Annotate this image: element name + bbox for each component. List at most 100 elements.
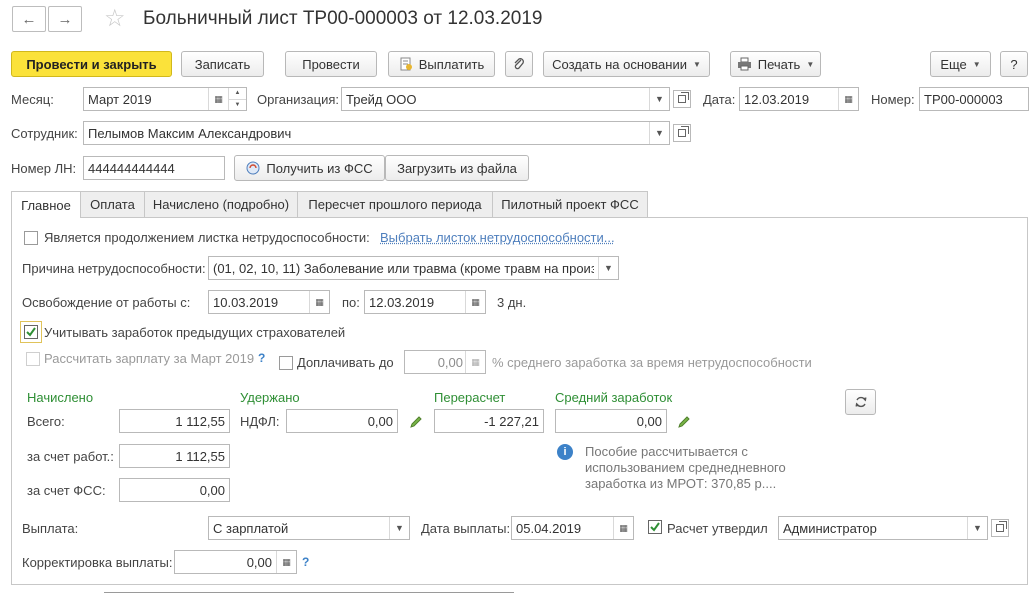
attach-button[interactable]	[505, 51, 533, 77]
chevron-down-icon[interactable]: ▼	[229, 100, 246, 111]
ndfl-field[interactable]: 0,00	[286, 409, 398, 433]
dropdown-arrow-icon: ▼	[692, 59, 701, 69]
open-organization-icon[interactable]	[673, 90, 691, 108]
extra-pay-field[interactable]: 0,00 ▦	[404, 350, 486, 374]
forward-arrow-icon: →	[57, 10, 73, 28]
avg-earnings-field[interactable]: 0,00	[555, 409, 667, 433]
edit-ndfl-pencil-icon[interactable]	[408, 414, 424, 430]
release-from-field[interactable]: 10.03.2019 ▦	[208, 290, 330, 314]
tab-main[interactable]: Главное	[11, 191, 81, 218]
extra-pay-checkbox[interactable]	[279, 356, 293, 370]
edit-avg-pencil-icon[interactable]	[676, 414, 692, 430]
pay-date-field[interactable]: 05.04.2019 ▦	[511, 516, 634, 540]
calendar-icon[interactable]: ▦	[613, 517, 633, 539]
approved-by-value: Администратор	[783, 520, 877, 536]
avg-earnings-header: Средний заработок	[555, 390, 673, 405]
get-from-fss-label: Получить из ФСС	[266, 160, 373, 176]
recalc-header: Перерасчет	[434, 390, 506, 405]
employer-label: за счет работ.:	[27, 449, 114, 464]
month-label: Месяц:	[11, 92, 54, 107]
avg-earnings-value: 0,00	[636, 413, 662, 429]
help-button[interactable]: ?	[1000, 51, 1028, 77]
consider-prev-checkbox[interactable]	[24, 325, 38, 339]
calc-salary-checkbox[interactable]	[26, 352, 40, 366]
accrued-header: Начислено	[27, 390, 94, 405]
ndfl-label: НДФЛ:	[240, 414, 280, 429]
help-icon[interactable]: ?	[258, 351, 265, 365]
bottom-scroll-divider	[104, 592, 514, 593]
ln-number-value: 444444444444	[88, 160, 175, 176]
page-title: Больничный лист ТР00-000003 от 12.03.201…	[143, 8, 543, 29]
more-dropdown[interactable]: Еще ▼	[930, 51, 991, 77]
help-icon[interactable]: ?	[302, 555, 309, 569]
date-field[interactable]: 12.03.2019 ▦	[739, 87, 859, 111]
days-count: 3 дн.	[497, 295, 527, 310]
dropdown-arrow-icon[interactable]: ▼	[389, 517, 409, 539]
open-approver-icon[interactable]	[991, 519, 1009, 537]
pay-date-value: 05.04.2019	[516, 520, 582, 536]
withheld-header: Удержано	[240, 390, 300, 405]
reason-field[interactable]: (01, 02, 10, 11) Заболевание или травма …	[208, 256, 619, 280]
dropdown-arrow-icon[interactable]: ▼	[649, 122, 669, 144]
number-label: Номер:	[871, 92, 915, 107]
continuation-checkbox[interactable]	[24, 231, 38, 245]
dropdown-arrow-icon[interactable]: ▼	[649, 88, 669, 110]
employee-field[interactable]: Пелымов Максим Александрович ▼	[83, 121, 670, 145]
approved-checkbox[interactable]	[648, 520, 662, 534]
continuation-label: Является продолжением листка нетрудоспос…	[44, 230, 370, 245]
load-from-file-button[interactable]: Загрузить из файла	[385, 155, 529, 181]
tab-payment[interactable]: Оплата	[80, 191, 145, 217]
back-button[interactable]: ←	[12, 6, 46, 32]
select-sick-leave-link[interactable]: Выбрать листок нетрудоспособности...	[380, 230, 615, 246]
post-button[interactable]: Провести	[285, 51, 377, 77]
correction-field[interactable]: 0,00 ▦	[174, 550, 297, 574]
employer-value: 1 112,55	[175, 448, 225, 464]
open-employee-icon[interactable]	[673, 124, 691, 142]
calculator-icon[interactable]: ▦	[276, 551, 296, 573]
get-from-fss-button[interactable]: Получить из ФСС	[234, 155, 385, 181]
number-field[interactable]: ТР00-000003	[919, 87, 1029, 111]
tab-accrued-detailed[interactable]: Начислено (подробно)	[144, 191, 298, 217]
calendar-icon[interactable]: ▦	[309, 291, 329, 313]
favorite-star-icon[interactable]: ☆	[104, 7, 126, 31]
calendar-icon[interactable]: ▦	[838, 88, 858, 110]
calendar-icon[interactable]: ▦	[208, 88, 228, 110]
total-field[interactable]: 1 112,55	[119, 409, 230, 433]
approved-by-field[interactable]: Администратор ▼	[778, 516, 988, 540]
paperclip-icon	[514, 58, 524, 70]
month-field[interactable]: Март 2019 ▦ ▲ ▼	[83, 87, 247, 111]
pay-button[interactable]: Выплатить	[388, 51, 495, 77]
ln-number-field[interactable]: 444444444444	[83, 156, 225, 180]
release-from-label: Освобождение от работы с:	[22, 295, 191, 310]
refresh-button[interactable]	[845, 389, 876, 415]
consider-prev-frame[interactable]	[20, 321, 42, 343]
payment-field[interactable]: С зарплатой ▼	[208, 516, 410, 540]
employer-field[interactable]: 1 112,55	[119, 444, 230, 468]
tab-recalc-previous[interactable]: Пересчет прошлого периода	[297, 191, 493, 217]
dropdown-arrow-icon: ▼	[972, 59, 981, 69]
dropdown-arrow-icon[interactable]: ▼	[598, 257, 618, 279]
calendar-icon[interactable]: ▦	[465, 291, 485, 313]
tab-pilot-fss[interactable]: Пилотный проект ФСС	[492, 191, 648, 217]
print-dropdown[interactable]: Печать ▼	[730, 51, 821, 77]
dropdown-arrow-icon[interactable]: ▼	[967, 517, 987, 539]
post-and-close-button[interactable]: Провести и закрыть	[11, 51, 172, 77]
fss-icon	[246, 161, 260, 175]
info-note: Пособие рассчитывается с использованием …	[585, 444, 786, 491]
organization-value: Трейд ООО	[346, 91, 417, 107]
release-to-field[interactable]: 12.03.2019 ▦	[364, 290, 486, 314]
create-based-on-dropdown[interactable]: Создать на основании ▼	[543, 51, 710, 77]
recalc-field[interactable]: -1 227,21	[434, 409, 544, 433]
fss-field[interactable]: 0,00	[119, 478, 230, 502]
forward-button[interactable]: →	[48, 6, 82, 32]
payment-label: Выплата:	[22, 521, 79, 536]
month-stepper[interactable]: ▲ ▼	[228, 88, 246, 110]
organization-field[interactable]: Трейд ООО ▼	[341, 87, 670, 111]
total-label: Всего:	[27, 414, 65, 429]
save-button[interactable]: Записать	[181, 51, 264, 77]
date-value: 12.03.2019	[744, 91, 810, 107]
calculator-icon[interactable]: ▦	[465, 351, 485, 373]
checkmark-icon	[650, 522, 660, 532]
chevron-up-icon[interactable]: ▲	[229, 88, 246, 100]
reason-label: Причина нетрудоспособности:	[22, 261, 206, 276]
